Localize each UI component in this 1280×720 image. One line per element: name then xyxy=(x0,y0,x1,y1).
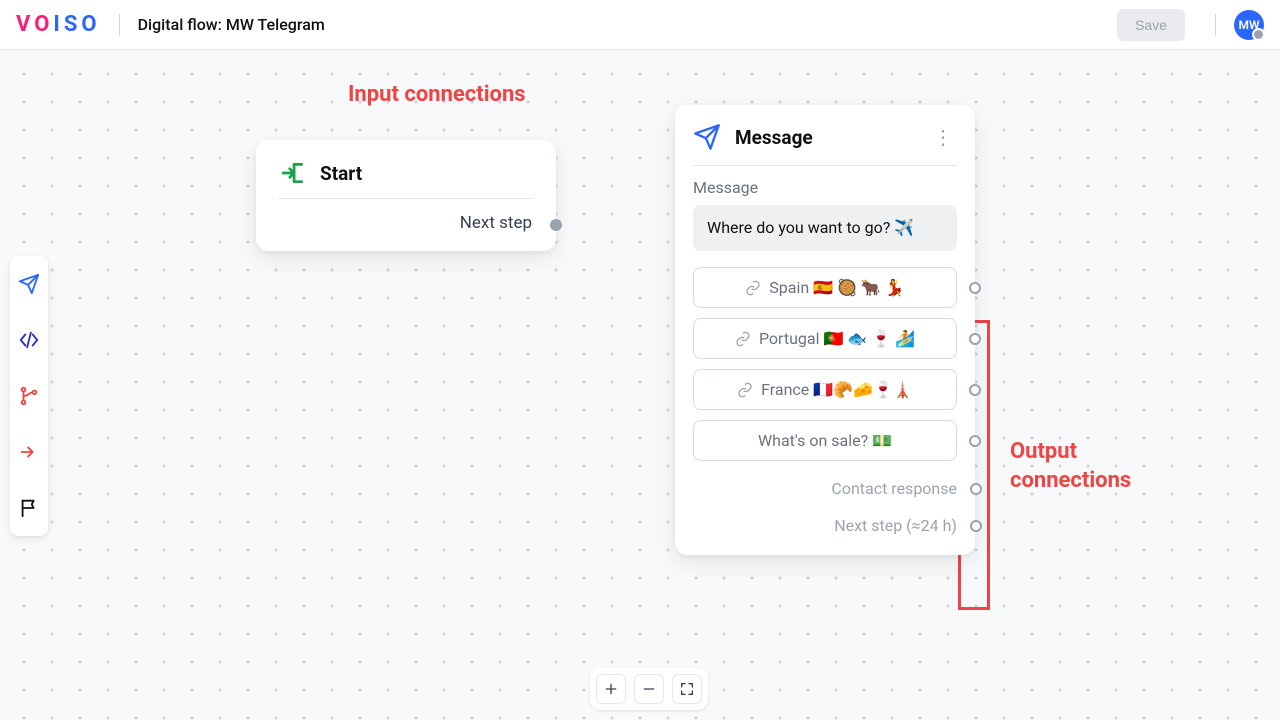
flag-icon xyxy=(18,497,40,519)
avatar[interactable]: MW xyxy=(1234,10,1264,40)
output-port[interactable] xyxy=(970,520,982,532)
link-icon xyxy=(735,331,751,347)
option-label: Spain 🇪🇸 🥘 🐂 💃 xyxy=(769,278,904,297)
logo: VOISO xyxy=(16,12,101,37)
node-menu-button[interactable]: ⋮ xyxy=(929,125,957,149)
redirect-icon xyxy=(18,441,40,463)
start-node-header: Start xyxy=(256,140,556,198)
divider xyxy=(693,165,957,166)
node-toolbar xyxy=(10,256,48,536)
option-label: What's on sale? 💵 xyxy=(758,431,892,450)
trailing-label: Contact response xyxy=(831,479,957,498)
message-options: Spain 🇪🇸 🥘 🐂 💃 Portugal 🇵🇹 🐟 🍷 🏄 France … xyxy=(675,263,975,467)
plus-icon xyxy=(603,681,619,697)
option-label: France 🇫🇷🥐🧀🍷🗼 xyxy=(761,380,913,399)
zoom-fit-button[interactable] xyxy=(672,674,702,704)
option-row[interactable]: What's on sale? 💵 xyxy=(693,420,957,461)
header-divider xyxy=(119,14,120,36)
option-row[interactable]: France 🇫🇷🥐🧀🍷🗼 xyxy=(693,369,957,410)
flag-tool[interactable] xyxy=(10,480,48,536)
fullscreen-icon xyxy=(679,681,695,697)
header-divider-2 xyxy=(1215,14,1216,36)
output-port[interactable] xyxy=(969,333,981,345)
message-node[interactable]: Message ⋮ Message Where do you want to g… xyxy=(675,105,975,555)
save-button[interactable]: Save xyxy=(1117,9,1185,41)
message-trailing: Contact response Next step (≈24 h) xyxy=(675,467,975,539)
page-title: Digital flow: MW Telegram xyxy=(138,15,325,34)
start-node[interactable]: Start Next step xyxy=(256,140,556,251)
output-port[interactable] xyxy=(969,435,981,447)
send-icon xyxy=(693,123,721,151)
minus-icon xyxy=(641,681,657,697)
message-node-header: Message ⋮ xyxy=(675,105,975,161)
app-header: VOISO Digital flow: MW Telegram Save MW xyxy=(0,0,1280,50)
option-label: Portugal 🇵🇹 🐟 🍷 🏄 xyxy=(759,329,915,348)
send-icon xyxy=(18,273,40,295)
next-step-row: Next step (≈24 h) xyxy=(693,512,957,539)
redirect-tool[interactable] xyxy=(10,424,48,480)
contact-response-row: Contact response xyxy=(693,475,957,502)
option-row[interactable]: Spain 🇪🇸 🥘 🐂 💃 xyxy=(693,267,957,308)
flow-canvas[interactable]: Input connections Output connections Sta… xyxy=(0,50,1280,720)
message-tool[interactable] xyxy=(10,256,48,312)
annotation-input-label: Input connections xyxy=(348,82,526,107)
start-node-next: Next step xyxy=(256,199,556,251)
option-row[interactable]: Portugal 🇵🇹 🐟 🍷 🏄 xyxy=(693,318,957,359)
message-section-label: Message xyxy=(675,176,975,205)
message-node-title: Message xyxy=(735,126,915,149)
output-port[interactable] xyxy=(969,282,981,294)
branch-tool[interactable] xyxy=(10,368,48,424)
code-icon xyxy=(18,329,40,351)
trailing-label: Next step (≈24 h) xyxy=(834,516,957,535)
branch-icon xyxy=(18,385,40,407)
next-step-label: Next step xyxy=(460,213,532,233)
connections-layer xyxy=(0,50,300,200)
link-icon xyxy=(737,382,753,398)
zoom-in-button[interactable] xyxy=(596,674,626,704)
zoom-out-button[interactable] xyxy=(634,674,664,704)
annotation-output-label: Output connections xyxy=(1010,438,1131,495)
code-tool[interactable] xyxy=(10,312,48,368)
output-port[interactable] xyxy=(970,483,982,495)
link-icon xyxy=(745,280,761,296)
output-port[interactable] xyxy=(969,384,981,396)
message-body: Where do you want to go? ✈️ xyxy=(693,205,957,251)
start-icon xyxy=(280,160,306,186)
output-port[interactable] xyxy=(550,219,562,231)
start-node-title: Start xyxy=(320,162,362,185)
zoom-controls xyxy=(590,668,708,710)
